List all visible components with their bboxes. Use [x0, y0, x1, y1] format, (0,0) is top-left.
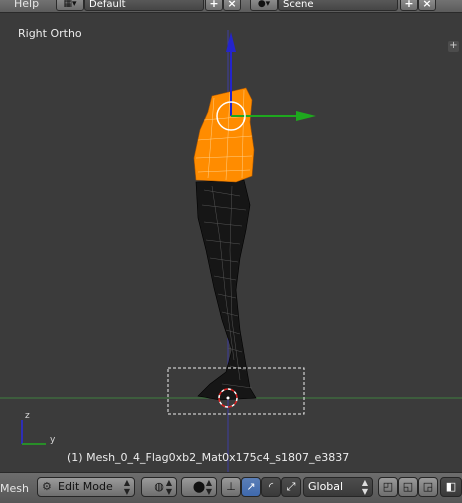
info-header: Help ▦▾ Default + × ●▾ Scene + × [0, 0, 462, 13]
edit-mode-icon: ⚙ [42, 480, 52, 493]
properties-toggle-region[interactable]: + [442, 37, 462, 467]
menu-mesh[interactable]: Mesh [0, 482, 29, 495]
transform-manipulator [216, 32, 316, 131]
remove-scene-button[interactable]: × [418, 0, 436, 11]
gizmo-y-label: y [50, 435, 56, 445]
edge-select-icon: ◱ [402, 480, 414, 493]
vertex-select-button[interactable]: ◰ [378, 477, 398, 497]
view3d-header: Mesh ⚙ Edit Mode ▲ ▼ ◍ ▲ ▼ ⬤ ▲ ▼ ⊥ ↗ ◜ ⤢ Gl… [0, 472, 462, 503]
chevron-updown-icon: ▲ ▼ [361, 478, 368, 496]
scene-icon[interactable]: ●▾ [250, 0, 278, 11]
view-label: Right Ortho [18, 27, 82, 40]
translate-icon: ↗ [246, 480, 256, 493]
chevron-updown-icon: ▲ ▼ [123, 478, 130, 496]
rotate-icon: ◜ [268, 480, 274, 493]
mode-label: Edit Mode [58, 480, 113, 493]
menu-help[interactable]: Help [14, 0, 39, 10]
chevron-updown-icon: ▲ ▼ [205, 478, 212, 496]
scale-button[interactable]: ⤢ [281, 477, 301, 497]
translate-button[interactable]: ↗ [241, 477, 261, 497]
viewport-shading-icon: ◍ [154, 480, 164, 493]
pivot-icon: ⬤ [192, 480, 206, 493]
orientation-selector[interactable]: Global ▲ ▼ [303, 477, 373, 497]
chevron-updown-icon: ▲ ▼ [165, 478, 172, 496]
layout-grid-icon[interactable]: ▦▾ [56, 0, 84, 11]
rotate-button[interactable]: ◜ [261, 477, 281, 497]
mode-selector[interactable]: ⚙ Edit Mode ▲ ▼ [37, 477, 135, 497]
object-info: (1) Mesh_0_4_Flag0xb2_Mat0x175c4_s1807_e… [67, 451, 350, 464]
gizmo-z-label: z [25, 411, 30, 421]
pivot-point-button[interactable]: ⬤ ▲ ▼ [181, 477, 217, 497]
limit-selection-icon: ◧ [445, 480, 457, 493]
screen-layout-field[interactable]: Default [84, 0, 204, 11]
viewport-canvas [0, 30, 462, 472]
manipulator-icon: ⊥ [226, 480, 236, 493]
limit-selection-button[interactable]: ◧ [440, 477, 462, 497]
expand-panel-icon[interactable]: + [448, 41, 459, 52]
mesh-body [195, 179, 257, 401]
face-select-button[interactable]: ◲ [418, 477, 438, 497]
face-select-icon: ◲ [422, 480, 434, 493]
vertex-select-icon: ◰ [382, 480, 394, 493]
edge-select-button[interactable]: ◱ [398, 477, 418, 497]
add-layout-button[interactable]: + [205, 0, 223, 11]
scale-icon: ⤢ [286, 480, 296, 493]
orientation-label: Global [308, 480, 344, 493]
add-scene-button[interactable]: + [400, 0, 418, 11]
manipulator-toggle[interactable]: ⊥ [221, 477, 241, 497]
3d-viewport[interactable]: Right Ortho z y (1) Mesh_0_4_Flag0xb2_Ma… [0, 13, 462, 472]
viewport-shading-button[interactable]: ◍ ▲ ▼ [141, 477, 177, 497]
axis-gizmo [21, 420, 46, 445]
scene-field[interactable]: Scene [278, 0, 398, 11]
mesh-selected [193, 87, 255, 183]
remove-layout-button[interactable]: × [223, 0, 241, 11]
